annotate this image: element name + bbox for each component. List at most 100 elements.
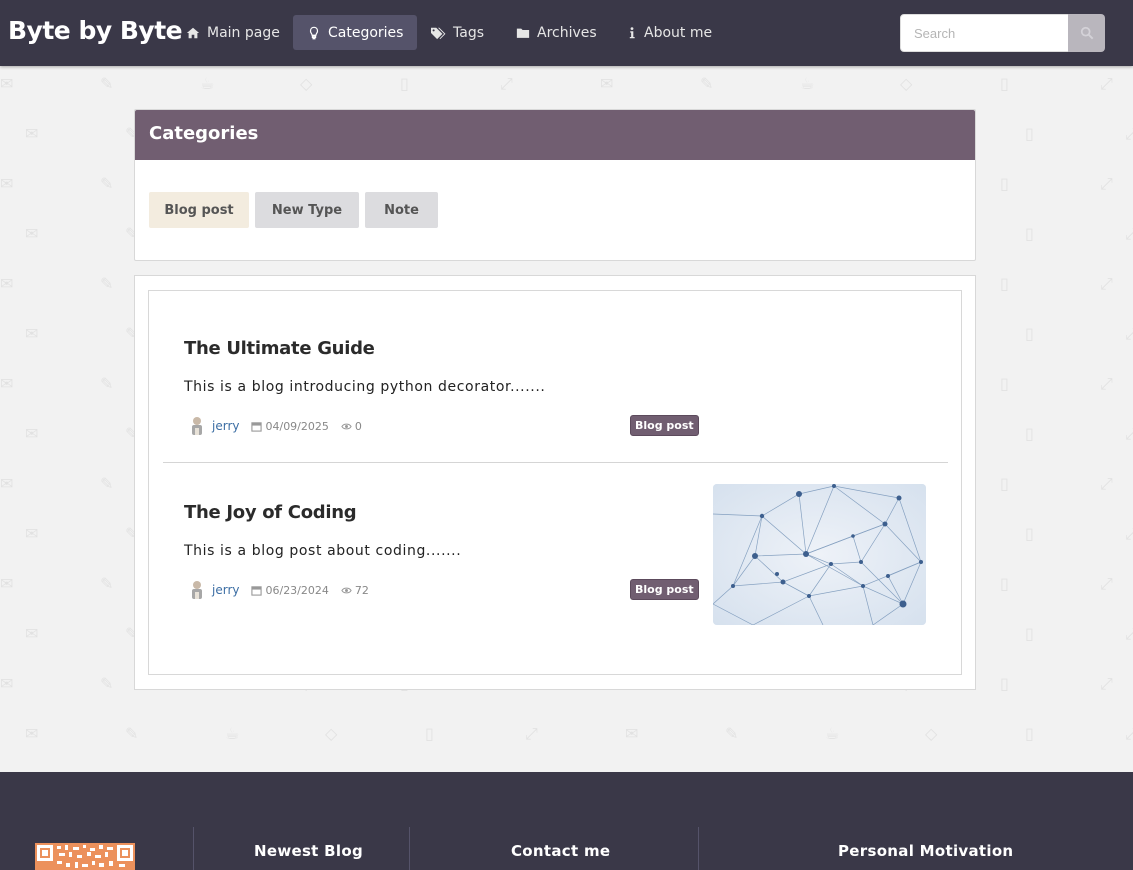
author-link[interactable]: jerry	[212, 583, 239, 597]
pattern-glyph: ✉	[0, 74, 14, 93]
pattern-glyph: ✎	[700, 74, 714, 93]
eye-icon	[341, 423, 352, 429]
post-title[interactable]: The Joy of Coding	[184, 502, 357, 523]
pattern-glyph: ☕	[825, 724, 840, 743]
pattern-glyph: ▯	[1025, 624, 1034, 643]
pattern-glyph: ⤢	[1100, 474, 1113, 493]
pattern-glyph: ⤢	[1100, 74, 1113, 93]
pattern-glyph: ⤢	[500, 74, 513, 93]
category-blog-post-button[interactable]: Blog post	[149, 192, 249, 228]
post-divider	[163, 462, 948, 463]
post-meta: jerry 04/09/2025 0	[187, 415, 374, 437]
pattern-glyph: ✎	[100, 174, 114, 193]
pattern-glyph: ▯	[1025, 124, 1034, 143]
pattern-glyph: ✉	[25, 424, 39, 443]
pattern-glyph: ⤢	[1125, 424, 1133, 443]
tags-icon	[431, 27, 446, 39]
nav-item-main-page[interactable]: Main page	[172, 15, 294, 50]
pattern-glyph: ✉	[0, 474, 14, 493]
page-footer: Newest Blog Contact me Personal Motivati…	[0, 772, 1133, 870]
pattern-glyph: ✉	[25, 724, 39, 743]
avatar	[192, 581, 202, 599]
pattern-glyph: ☕	[200, 74, 215, 93]
site-brand[interactable]: Byte by Byte	[8, 16, 183, 45]
pattern-glyph: ✉	[0, 174, 14, 193]
pattern-glyph: ✉	[25, 124, 39, 143]
calendar-icon	[251, 585, 263, 596]
posts-panel: The Ultimate Guide This is a blog introd…	[134, 275, 976, 690]
nav-item-categories[interactable]: Categories	[293, 15, 418, 50]
pattern-glyph: ⤢	[1125, 724, 1133, 743]
post-thumbnail-image[interactable]	[713, 484, 926, 625]
categories-panel: Categories Blog post New Type Note	[134, 109, 976, 261]
category-note-button[interactable]: Note	[365, 192, 438, 228]
pattern-glyph: ◇	[900, 74, 913, 93]
pattern-glyph: ▯	[400, 74, 409, 93]
pattern-glyph: ✎	[125, 724, 139, 743]
footer-divider	[193, 827, 194, 870]
pattern-glyph: ▯	[1025, 424, 1034, 443]
calendar-icon	[251, 421, 263, 432]
nav-item-archives[interactable]: Archives	[502, 15, 611, 50]
pattern-glyph: ✉	[25, 524, 39, 543]
pattern-glyph: ▯	[1025, 324, 1034, 343]
pattern-glyph: ☕	[225, 724, 240, 743]
post-description: This is a blog introducing python decora…	[184, 379, 546, 395]
pattern-glyph: ◇	[300, 74, 313, 93]
pattern-glyph: ⤢	[1100, 174, 1113, 193]
footer-contact-title: Contact me	[511, 842, 611, 860]
nav-item-tags[interactable]: Tags	[416, 15, 498, 50]
nav-label: Categories	[328, 24, 404, 41]
pattern-glyph: ✎	[100, 74, 114, 93]
footer-divider	[409, 827, 410, 870]
pattern-glyph: ▯	[1000, 474, 1009, 493]
pattern-glyph: ▯	[1000, 274, 1009, 293]
pattern-glyph: ✉	[0, 274, 14, 293]
post-date: 06/23/2024	[265, 583, 329, 597]
footer-newest-blog-title: Newest Blog	[254, 842, 363, 860]
pattern-glyph: ▯	[1025, 524, 1034, 543]
search-input[interactable]	[900, 14, 1069, 52]
author-link[interactable]: jerry	[212, 419, 239, 433]
post-category-badge[interactable]: Blog post	[630, 415, 699, 436]
pattern-glyph: ✉	[25, 324, 39, 343]
categories-title: Categories	[135, 110, 975, 160]
nav-label: About me	[644, 24, 713, 41]
eye-icon	[341, 587, 352, 593]
pattern-glyph: ⤢	[1100, 674, 1113, 693]
search-button[interactable]	[1068, 14, 1105, 52]
nav-label: Tags	[453, 24, 484, 41]
view-count: 0	[354, 419, 362, 433]
footer-divider	[698, 827, 699, 870]
pattern-glyph: ⤢	[1100, 574, 1113, 593]
home-icon	[186, 27, 200, 38]
pattern-glyph: ▯	[1000, 674, 1009, 693]
pattern-glyph: ✉	[600, 74, 614, 93]
post-description: This is a blog post about coding.......	[184, 543, 462, 559]
view-count: 72	[354, 583, 369, 597]
info-icon	[629, 26, 635, 38]
pattern-glyph: ⤢	[1100, 274, 1113, 293]
qr-code-image	[35, 843, 135, 870]
pattern-glyph: ⤢	[1100, 374, 1113, 393]
nav-item-about-me[interactable]: About me	[613, 15, 726, 50]
post-title[interactable]: The Ultimate Guide	[184, 338, 375, 359]
pattern-glyph: ✎	[100, 674, 114, 693]
pattern-glyph: ✉	[625, 724, 639, 743]
avatar	[192, 417, 202, 435]
pattern-glyph: ▯	[1000, 374, 1009, 393]
pattern-glyph: ◇	[325, 724, 338, 743]
folder-icon	[516, 28, 530, 38]
footer-motivation-title: Personal Motivation	[838, 842, 1014, 860]
post-category-badge[interactable]: Blog post	[630, 579, 699, 600]
pattern-glyph: ⤢	[1125, 524, 1133, 543]
nav-label: Archives	[537, 24, 597, 41]
pattern-glyph: ◇	[925, 724, 938, 743]
pattern-glyph: ✉	[25, 224, 39, 243]
pattern-glyph: ✎	[100, 374, 114, 393]
pattern-glyph: ⤢	[1125, 124, 1133, 143]
search-icon	[1080, 26, 1093, 40]
category-new-type-button[interactable]: New Type	[255, 192, 359, 228]
post-list: The Ultimate Guide This is a blog introd…	[148, 290, 962, 675]
pattern-glyph: ✎	[725, 724, 739, 743]
